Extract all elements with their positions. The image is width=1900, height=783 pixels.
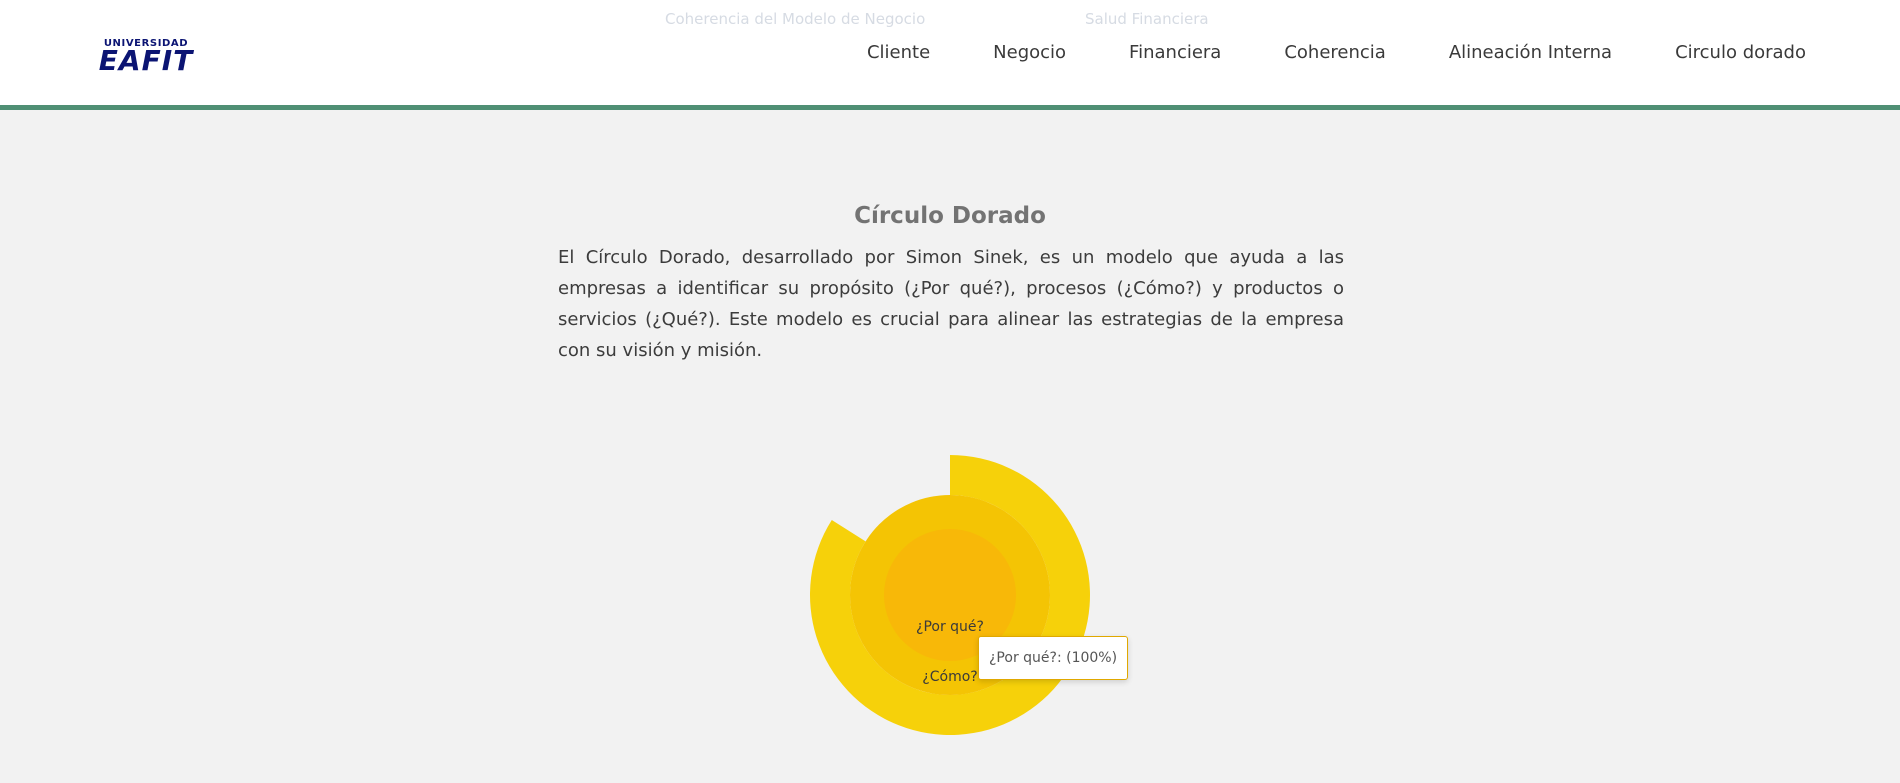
nav-item-negocio[interactable]: Negocio	[993, 42, 1066, 63]
nav-item-financiera[interactable]: Financiera	[1129, 42, 1221, 63]
ghost-text-right: Salud Financiera	[1085, 10, 1209, 28]
ghost-text-left: Coherencia del Modelo de Negocio	[665, 10, 926, 28]
chart-tooltip: ¿Por qué?: (100%)	[978, 636, 1129, 680]
logo-line-eafit: EAFIT	[98, 44, 194, 77]
nav-item-circulo-dorado[interactable]: Circulo dorado	[1675, 42, 1806, 63]
site-header: Coherencia del Modelo de Negocio Salud F…	[0, 0, 1900, 110]
nav-item-cliente[interactable]: Cliente	[867, 42, 930, 63]
label-por-que: ¿Por qué?	[916, 619, 984, 635]
label-como: ¿Cómo?	[922, 669, 977, 685]
golden-circle-chart: ¿Por qué? ¿Cómo?	[810, 455, 1090, 735]
nav-item-coherencia[interactable]: Coherencia	[1284, 42, 1385, 63]
section-description: El Círculo Dorado, desarrollado por Simo…	[558, 247, 1344, 361]
main-nav: Cliente Negocio Financiera Coherencia Al…	[867, 42, 1806, 63]
section-title: Círculo Dorado	[854, 203, 1046, 229]
eafit-logo[interactable]: UNIVERSIDAD EAFIT	[98, 38, 194, 77]
nav-item-alineacion-interna[interactable]: Alineación Interna	[1449, 42, 1612, 63]
